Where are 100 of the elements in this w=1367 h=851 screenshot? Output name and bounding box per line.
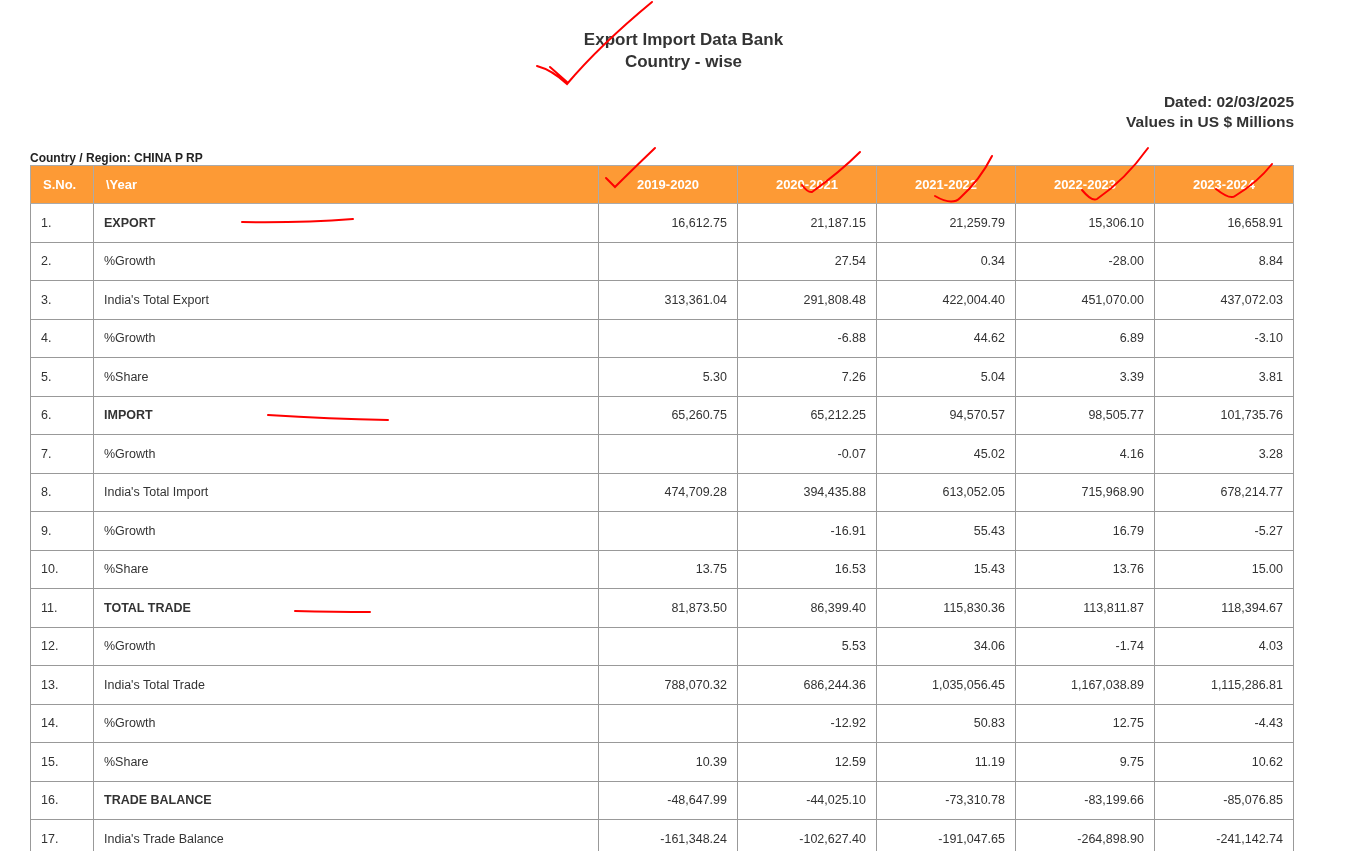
column-header: 2022-2023 (1015, 165, 1155, 204)
table-cell: 10. (30, 550, 94, 589)
units-label: Values in US $ Millions (1126, 112, 1294, 132)
table-cell: 13. (30, 665, 94, 704)
table-cell: -44,025.10 (737, 781, 877, 820)
table-cell: 3.28 (1154, 434, 1294, 473)
page-subtitle: Country - wise (624, 51, 743, 73)
table-cell: 686,244.36 (737, 665, 877, 704)
table-cell: 17. (30, 819, 94, 851)
table-cell: 16.79 (1015, 511, 1155, 550)
table-cell: 4.16 (1015, 434, 1155, 473)
table-cell: 1,035,056.45 (876, 665, 1016, 704)
table-cell: 678,214.77 (1154, 473, 1294, 512)
column-header: \Year (93, 165, 599, 204)
table-cell: 9.75 (1015, 742, 1155, 781)
table-cell: 5.53 (737, 627, 877, 666)
table-cell: 12.59 (737, 742, 877, 781)
table-cell: 15,306.10 (1015, 203, 1155, 242)
table-cell: 8.84 (1154, 242, 1294, 281)
table-cell: EXPORT (93, 203, 599, 242)
table-cell: %Growth (93, 627, 599, 666)
table-cell: 5. (30, 357, 94, 396)
table-cell: 291,808.48 (737, 280, 877, 319)
table-cell: 1,167,038.89 (1015, 665, 1155, 704)
table-cell: 44.62 (876, 319, 1016, 358)
table-cell: 3.39 (1015, 357, 1155, 396)
table-cell: 6. (30, 396, 94, 435)
date-label: Dated: 02/03/2025 (1163, 92, 1294, 112)
table-cell: -5.27 (1154, 511, 1294, 550)
table-cell: TRADE BALANCE (93, 781, 599, 820)
table-cell: 5.04 (876, 357, 1016, 396)
table-cell: TOTAL TRADE (93, 588, 599, 627)
table-cell: -0.07 (737, 434, 877, 473)
table-cell: 9. (30, 511, 94, 550)
table-cell: 2. (30, 242, 94, 281)
table-cell: India's Total Trade (93, 665, 599, 704)
table-cell: 7.26 (737, 357, 877, 396)
table-cell: 55.43 (876, 511, 1016, 550)
table-cell: 101,735.76 (1154, 396, 1294, 435)
table-cell: 715,968.90 (1015, 473, 1155, 512)
table-cell: India's Total Import (93, 473, 599, 512)
table-cell: -12.92 (737, 704, 877, 743)
table-cell: 65,260.75 (598, 396, 738, 435)
table-cell: 10.62 (1154, 742, 1294, 781)
table-cell: 11. (30, 588, 94, 627)
table-cell: 1,115,286.81 (1154, 665, 1294, 704)
table-cell: %Growth (93, 434, 599, 473)
table-cell: 15.43 (876, 550, 1016, 589)
table-cell: %Share (93, 742, 599, 781)
table-cell: 34.06 (876, 627, 1016, 666)
table-cell: 113,811.87 (1015, 588, 1155, 627)
table-cell: 4.03 (1154, 627, 1294, 666)
table-cell: 15. (30, 742, 94, 781)
table-cell: 422,004.40 (876, 280, 1016, 319)
table-cell: %Share (93, 550, 599, 589)
table-cell: -85,076.85 (1154, 781, 1294, 820)
table-cell: -73,310.78 (876, 781, 1016, 820)
table-cell: 27.54 (737, 242, 877, 281)
table-cell: 12. (30, 627, 94, 666)
table-cell: 98,505.77 (1015, 396, 1155, 435)
table-cell: 451,070.00 (1015, 280, 1155, 319)
table-cell: -83,199.66 (1015, 781, 1155, 820)
table-cell: 21,259.79 (876, 203, 1016, 242)
table-cell: 118,394.67 (1154, 588, 1294, 627)
table-cell: 50.83 (876, 704, 1016, 743)
table-cell: 86,399.40 (737, 588, 877, 627)
table-cell: 115,830.36 (876, 588, 1016, 627)
table-cell: 474,709.28 (598, 473, 738, 512)
table-cell: 10.39 (598, 742, 738, 781)
table-cell: 6.89 (1015, 319, 1155, 358)
table-cell: %Growth (93, 319, 599, 358)
region-label: Country / Region: CHINA P RP (30, 151, 204, 165)
table-cell: 16.53 (737, 550, 877, 589)
column-header: 2019-2020 (598, 165, 738, 204)
table-cell: IMPORT (93, 396, 599, 435)
table-cell: 13.75 (598, 550, 738, 589)
table-cell: 15.00 (1154, 550, 1294, 589)
table-cell: 13.76 (1015, 550, 1155, 589)
table-cell: 5.30 (598, 357, 738, 396)
table-cell: 14. (30, 704, 94, 743)
table-cell: India's Total Export (93, 280, 599, 319)
table-cell: 3.81 (1154, 357, 1294, 396)
table-cell: 313,361.04 (598, 280, 738, 319)
table-cell: 81,873.50 (598, 588, 738, 627)
table-cell: -3.10 (1154, 319, 1294, 358)
table-cell: 0.34 (876, 242, 1016, 281)
table-cell: 94,570.57 (876, 396, 1016, 435)
table-cell: -4.43 (1154, 704, 1294, 743)
table-cell: 21,187.15 (737, 203, 877, 242)
table-cell: -28.00 (1015, 242, 1155, 281)
table-cell: 16. (30, 781, 94, 820)
table-cell: %Share (93, 357, 599, 396)
table-cell: 613,052.05 (876, 473, 1016, 512)
table-cell: 1. (30, 203, 94, 242)
table-cell: 7. (30, 434, 94, 473)
table-cell: 16,658.91 (1154, 203, 1294, 242)
table-cell: 45.02 (876, 434, 1016, 473)
table-cell: 4. (30, 319, 94, 358)
table-cell: -16.91 (737, 511, 877, 550)
table-cell: 65,212.25 (737, 396, 877, 435)
